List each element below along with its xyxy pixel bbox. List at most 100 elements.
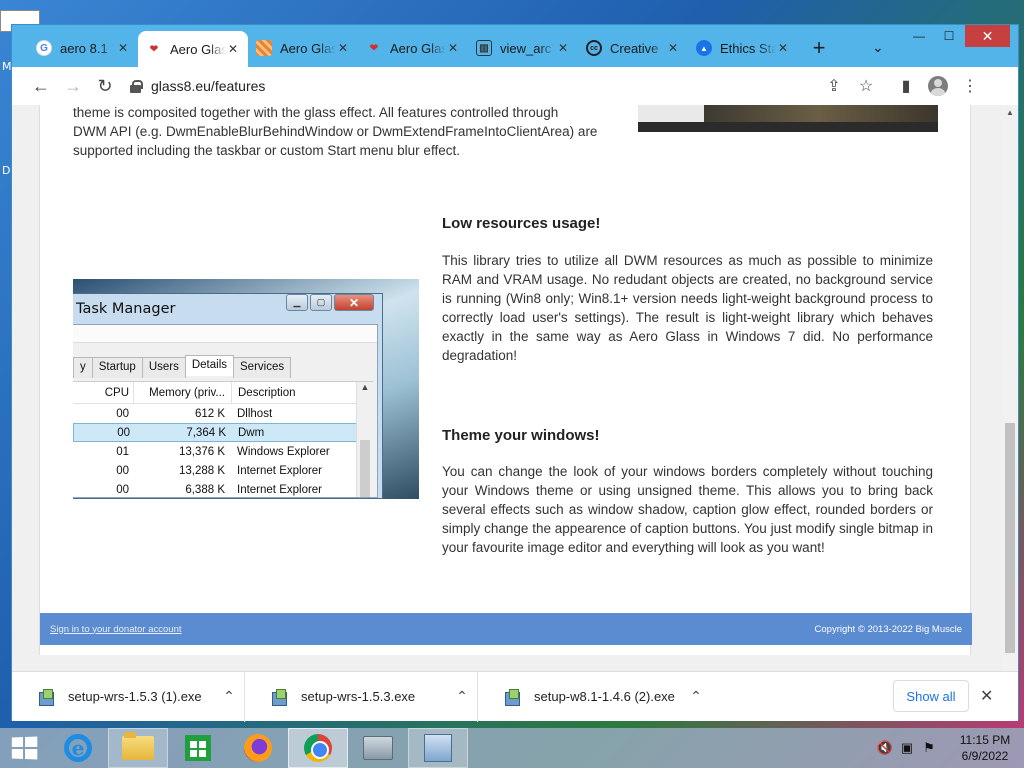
- close-icon[interactable]: ✕: [226, 42, 240, 56]
- network-icon[interactable]: ▣: [896, 740, 918, 756]
- download-item[interactable]: setup-wrs-1.5.3 (1).exe ⌃: [12, 671, 245, 722]
- tm-cell-cpu: 00: [116, 464, 129, 477]
- chevron-up-icon[interactable]: ⌃: [447, 688, 477, 705]
- tab-title: Ethics Sta: [720, 40, 776, 56]
- action-center-flag-icon[interactable]: ⚑: [918, 740, 940, 756]
- tm-tabs: y Startup Users Details Services: [73, 355, 292, 378]
- close-icon[interactable]: ✕: [556, 41, 570, 55]
- archive-icon: ▥: [476, 40, 492, 56]
- tab-view-archive[interactable]: ▥ view_arc ✕: [468, 31, 578, 65]
- tm-process-list: CPU Memory (priv... Description 00 612 K…: [73, 381, 373, 497]
- task-manager-screenshot: Task Manager ▁ ▢ ✕ y Startup Users Detai…: [73, 279, 419, 499]
- tm-tab: Startup: [91, 357, 143, 378]
- close-icon[interactable]: ✕: [116, 41, 130, 55]
- ethics-icon: ▲: [696, 40, 712, 56]
- section-body-theme: You can change the look of your windows …: [442, 464, 933, 555]
- menu-icon[interactable]: ⋮: [954, 71, 986, 101]
- tm-cell-description: Dwm: [238, 426, 265, 439]
- profile-button[interactable]: [922, 71, 954, 101]
- tab-ethics[interactable]: ▲ Ethics Sta ✕: [688, 31, 798, 65]
- network-computer-icon: [424, 734, 452, 762]
- page-scrollbar[interactable]: ▲: [1002, 105, 1018, 671]
- taskbar-store[interactable]: [168, 728, 228, 768]
- clock[interactable]: 11:15 PM 6/9/2022: [946, 732, 1024, 764]
- firefox-icon: [244, 734, 272, 762]
- aero-stripes-icon: [256, 40, 272, 56]
- tm-tab: Users: [141, 357, 186, 378]
- download-item[interactable]: setup-w8.1-1.4.6 (2).exe ⌃: [478, 672, 711, 722]
- tm-cell-cpu: 00: [117, 426, 130, 439]
- close-icon[interactable]: ✕: [666, 41, 680, 55]
- volume-muted-icon[interactable]: 🔇: [874, 740, 896, 756]
- close-window-button[interactable]: ✕: [965, 25, 1010, 47]
- tm-row-selected: 00 7,364 K Dwm: [73, 423, 373, 442]
- tab-google[interactable]: G aero 8.1 ✕: [28, 31, 138, 65]
- tm-col-cpu: CPU: [104, 386, 129, 399]
- internet-explorer-icon: e: [64, 734, 92, 762]
- section-title-theme: Theme your windows!: [442, 427, 600, 444]
- new-tab-button[interactable]: +: [804, 31, 834, 65]
- show-all-button[interactable]: Show all: [893, 680, 969, 712]
- lock-icon[interactable]: [130, 79, 143, 93]
- donator-signin-link[interactable]: Sign in to your donator account: [50, 624, 182, 635]
- intro-line-2: DWM API (e.g. DwmEnableBlurBehindWindow …: [73, 124, 598, 139]
- tm-cell-memory: 6,388 K: [185, 483, 225, 496]
- tab-aero-glass-active[interactable]: ❤ Aero Glass ✕: [138, 31, 248, 67]
- taskbar-chrome[interactable]: [288, 728, 348, 768]
- tab-search-button[interactable]: ⌄: [872, 39, 884, 56]
- close-icon[interactable]: ✕: [336, 41, 350, 55]
- installer-icon: [504, 688, 520, 706]
- tm-row: 00 13,288 K Internet Explorer: [73, 461, 373, 480]
- system-tray: 🔇 ▣ ⚑ 11:15 PM 6/9/2022: [874, 728, 1024, 768]
- tm-cell-description: Internet Explorer: [237, 483, 323, 496]
- download-filename: setup-wrs-1.5.3.exe: [301, 689, 416, 704]
- clock-time: 11:15 PM: [959, 733, 1011, 747]
- close-icon[interactable]: ✕: [776, 41, 790, 55]
- aero-heart-icon: ❤: [149, 43, 159, 55]
- tm-cell-memory: 13,376 K: [178, 445, 225, 458]
- side-panel-icon[interactable]: ▮: [890, 71, 922, 101]
- download-filename: setup-w8.1-1.4.6 (2).exe: [534, 689, 675, 704]
- address-bar[interactable]: glass8.eu/features: [120, 71, 880, 101]
- chevron-up-icon[interactable]: ⌃: [214, 688, 244, 705]
- folder-icon: [122, 732, 154, 760]
- forward-button[interactable]: →: [58, 71, 88, 101]
- tm-row: 00 612 K Dllhost: [73, 404, 373, 423]
- chevron-up-icon[interactable]: ⌃: [681, 688, 711, 705]
- tab-creative[interactable]: cc Creative ✕: [578, 31, 688, 65]
- taskbar-internet-explorer[interactable]: e: [48, 728, 108, 768]
- tm-col-description: Description: [231, 381, 373, 404]
- avatar-icon: [928, 76, 948, 96]
- chrome-icon: [304, 734, 332, 762]
- installer-icon: [271, 688, 287, 706]
- taskbar-monitor-app[interactable]: [348, 728, 408, 768]
- url-text[interactable]: glass8.eu/features: [151, 78, 265, 94]
- close-icon[interactable]: ✕: [446, 41, 460, 55]
- browser-toolbar: ← → ↻ glass8.eu/features ⇪ ☆ ▮ ⋮: [12, 67, 1018, 105]
- back-button[interactable]: ←: [26, 71, 56, 101]
- taskbar-firefox[interactable]: [228, 728, 288, 768]
- tm-cell-description: Dllhost: [237, 407, 273, 420]
- tab-aero-glass-3[interactable]: ❤ Aero Glass ✕: [358, 31, 468, 65]
- scroll-up-icon[interactable]: ▲: [1002, 105, 1018, 121]
- aero-heart-icon: ❤: [369, 42, 379, 54]
- scrollbar-thumb[interactable]: [1005, 423, 1015, 653]
- taskbar-network-app[interactable]: [408, 728, 468, 768]
- tab-title: aero 8.1: [60, 40, 108, 56]
- store-icon: [185, 735, 211, 761]
- tm-cell-description: Windows Explorer: [237, 445, 330, 458]
- maximize-button[interactable]: ☐: [935, 25, 963, 47]
- tm-cell-memory: 612 K: [194, 407, 225, 420]
- copyright-text: Copyright © 2013-2022 Big Muscle: [814, 623, 962, 635]
- tab-aero-glass-2[interactable]: Aero Glass ✕: [248, 31, 358, 65]
- start-button[interactable]: [0, 728, 48, 768]
- close-downloads-icon[interactable]: ✕: [980, 686, 993, 706]
- reload-button[interactable]: ↻: [90, 71, 120, 101]
- section-body-low-resources: This library tries to utilize all DWM re…: [442, 253, 933, 363]
- download-item[interactable]: setup-wrs-1.5.3.exe ⌃: [245, 671, 478, 722]
- task-manager-title: Task Manager: [76, 301, 176, 317]
- taskbar-file-explorer[interactable]: [108, 728, 168, 768]
- tab-title: view_arc: [500, 40, 552, 56]
- tm-tab-active: Details: [184, 355, 235, 376]
- minimize-button[interactable]: —: [905, 25, 933, 47]
